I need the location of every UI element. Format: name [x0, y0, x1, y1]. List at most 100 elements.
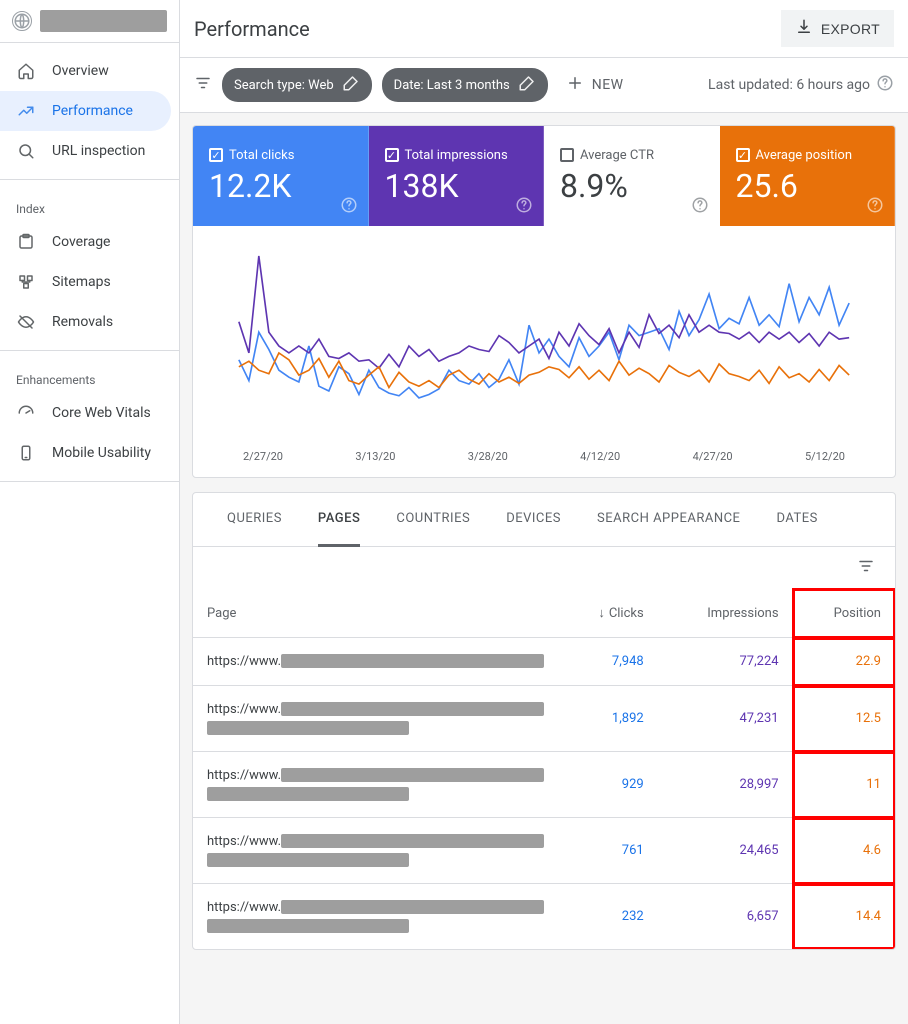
help-icon[interactable]: [340, 196, 358, 218]
property-name-redacted: [40, 10, 167, 32]
trend-icon: [16, 101, 36, 121]
sidebar-section-label: Enhancements: [0, 359, 179, 393]
chip-label: Search type: Web: [234, 78, 334, 93]
edit-icon: [518, 74, 536, 96]
chart-series-average-position: [239, 353, 849, 388]
tab-pages[interactable]: PAGES: [318, 493, 360, 547]
sidebar-item-label: Overview: [52, 63, 109, 79]
dimension-tabs: QUERIES PAGES COUNTRIES DEVICES SEARCH APPEA…: [193, 493, 895, 547]
metric-clicks[interactable]: Total clicks12.2K: [193, 126, 369, 226]
cell-clicks: 1,892: [558, 686, 658, 752]
add-filter-button[interactable]: NEW: [558, 68, 632, 102]
cell-position: 22.9: [793, 638, 895, 686]
metric-label: Total clicks: [229, 148, 294, 163]
metric-value: 138K: [385, 167, 528, 205]
redacted: [281, 900, 544, 914]
help-icon[interactable]: [515, 196, 533, 218]
column-header-page[interactable]: Page: [193, 589, 558, 638]
redacted: [207, 853, 409, 867]
filter-bar: Search type: WebDate: Last 3 months NEW …: [180, 58, 908, 113]
redacted: [207, 919, 409, 933]
help-icon[interactable]: [866, 196, 884, 218]
tab-dates[interactable]: DATES: [776, 493, 817, 546]
help-icon[interactable]: [876, 74, 894, 96]
x-axis-label: 5/12/20: [805, 450, 845, 463]
cell-clicks: 929: [558, 752, 658, 818]
page-url: https://www.: [207, 654, 281, 669]
table-row[interactable]: https://www.1,89247,23112.5: [193, 686, 895, 752]
new-label: NEW: [592, 77, 624, 93]
x-axis-label: 3/13/20: [355, 450, 395, 463]
metric-ctr[interactable]: Average CTR8.9%: [544, 126, 720, 226]
checkbox-icon: [560, 148, 574, 162]
sidebar-item-overview[interactable]: Overview: [0, 51, 179, 91]
performance-chart[interactable]: 2/27/203/13/203/28/204/12/204/27/205/12/…: [193, 226, 895, 477]
x-axis-label: 2/27/20: [243, 450, 283, 463]
x-axis-label: 3/28/20: [468, 450, 508, 463]
metrics-chart-card: Total clicks12.2K Total impressions 138K Av…: [192, 125, 896, 478]
sidebar-item-removals[interactable]: Removals: [0, 302, 179, 342]
help-icon[interactable]: [691, 196, 709, 218]
export-button[interactable]: EXPORT: [781, 10, 894, 47]
table-row[interactable]: https://www.76124,4654.6: [193, 818, 895, 884]
export-label: EXPORT: [821, 21, 880, 37]
cell-clicks: 232: [558, 884, 658, 950]
redacted: [281, 768, 544, 782]
sidebar-section-label: Index: [0, 188, 179, 222]
page-title: Performance: [194, 17, 310, 41]
metric-impr[interactable]: Total impressions 138K: [369, 126, 545, 226]
column-header-impressions[interactable]: Impressions: [658, 589, 793, 638]
filter-chip[interactable]: Search type: Web: [222, 68, 372, 102]
x-axis-label: 4/27/20: [693, 450, 733, 463]
table-filter-icon[interactable]: [857, 557, 875, 579]
redacted: [281, 654, 544, 668]
checkbox-icon: [736, 148, 750, 162]
search-icon: [16, 141, 36, 161]
redacted: [207, 787, 409, 801]
sidebar: Overview Performance URL inspection Index Co…: [0, 0, 180, 1024]
sidebar-item-label: Mobile Usability: [52, 445, 151, 461]
sidebar-item-core-web-vitals[interactable]: Core Web Vitals: [0, 393, 179, 433]
checkbox-icon: [209, 148, 223, 162]
edit-icon: [342, 74, 360, 96]
filter-chip[interactable]: Date: Last 3 months: [382, 68, 548, 102]
property-selector[interactable]: [0, 0, 179, 43]
tab-search-appearance[interactable]: SEARCH APPEARANCE: [597, 493, 740, 546]
cell-position: 4.6: [793, 818, 895, 884]
metric-label: Average CTR: [580, 148, 654, 163]
sidebar-item-coverage[interactable]: Coverage: [0, 222, 179, 262]
metric-pos[interactable]: Average position25.6: [720, 126, 896, 226]
tab-countries[interactable]: COUNTRIES: [396, 493, 470, 546]
column-header-clicks[interactable]: ↓Clicks: [558, 589, 658, 638]
coverage-icon: [16, 232, 36, 252]
cell-position: 14.4: [793, 884, 895, 950]
tab-devices[interactable]: DEVICES: [506, 493, 561, 546]
sidebar-item-url-inspection[interactable]: URL inspection: [0, 131, 179, 171]
cell-position: 12.5: [793, 686, 895, 752]
plus-icon: [566, 74, 584, 96]
sidebar-item-label: Coverage: [52, 234, 110, 250]
sidebar-item-mobile-usability[interactable]: Mobile Usability: [0, 433, 179, 473]
cell-clicks: 761: [558, 818, 658, 884]
table-row[interactable]: https://www.92928,99711: [193, 752, 895, 818]
home-icon: [16, 61, 36, 81]
cell-impressions: 77,224: [658, 638, 793, 686]
table-row[interactable]: https://www.7,94877,22422.9: [193, 638, 895, 686]
metric-label: Total impressions: [405, 148, 508, 163]
sidebar-item-performance[interactable]: Performance: [0, 91, 171, 131]
main: Performance EXPORT Search type: Web Date:…: [180, 0, 908, 1024]
pages-table: Page↓ClicksImpressionsPosition https://w…: [193, 589, 895, 949]
tab-queries[interactable]: QUERIES: [227, 493, 282, 546]
page-url: https://www.: [207, 702, 281, 717]
sidebar-item-label: Sitemaps: [52, 274, 111, 290]
topbar: Performance EXPORT: [180, 0, 908, 58]
speed-icon: [16, 403, 36, 423]
table-row[interactable]: https://www.2326,65714.4: [193, 884, 895, 950]
column-header-position[interactable]: Position: [793, 589, 895, 638]
last-updated: Last updated: 6 hours ago: [708, 74, 894, 96]
sidebar-item-label: Core Web Vitals: [52, 405, 151, 421]
sidebar-item-label: URL inspection: [52, 143, 145, 159]
filter-icon[interactable]: [194, 74, 212, 96]
sidebar-item-sitemaps[interactable]: Sitemaps: [0, 262, 179, 302]
globe-icon: [12, 11, 32, 31]
